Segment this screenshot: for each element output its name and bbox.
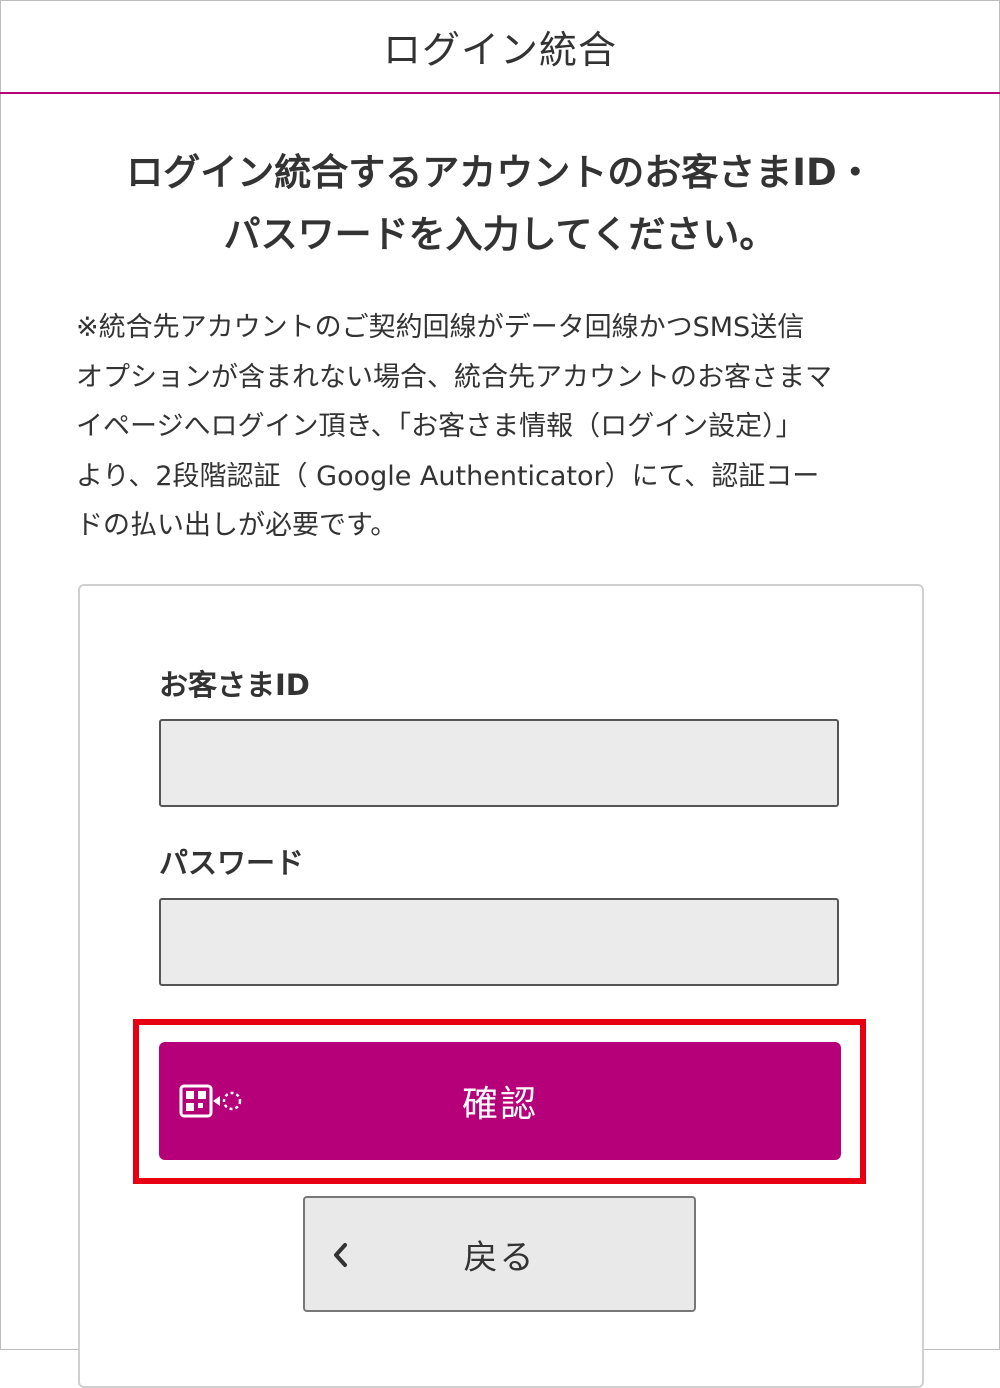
back-button[interactable]: 戻る	[303, 1196, 696, 1312]
confirm-button[interactable]: 確認	[159, 1042, 841, 1160]
confirm-button-label: 確認	[461, 1084, 538, 1125]
notice-line: ドの払い出しが必要です。	[76, 510, 398, 541]
password-label: パスワード	[159, 846, 305, 880]
handwriting-qr-icon	[179, 1084, 245, 1118]
notice-line: ※統合先アカウントのご契約回線がデータ回線かつSMS送信	[76, 312, 805, 343]
chevron-left-icon	[331, 1242, 349, 1268]
notice-line: オプションが含まれない場合、統合先アカウントのお客さまマ	[76, 361, 832, 393]
heading-line: パスワードを入力してください。	[223, 213, 777, 256]
password-input[interactable]	[159, 898, 839, 986]
notice-text: ※統合先アカウントのご契約回線がデータ回線かつSMS送信 オプションが含まれない…	[76, 303, 926, 551]
notice-line: イページへログイン頂き、「お客さま情報（ログイン設定）」	[76, 411, 803, 442]
notice-line: より、2段階認証（ Google Authenticator）にて、認証コー	[76, 460, 820, 492]
back-button-label: 戻る	[463, 1237, 536, 1278]
page-header: ログイン統合	[0, 0, 1000, 94]
customer-id-input[interactable]	[159, 719, 839, 807]
page-title: ログイン統合	[382, 27, 617, 72]
customer-id-label: お客さまID	[159, 668, 310, 702]
instruction-heading: ログイン統合するアカウントのお客さまID・ パスワードを入力してください。	[40, 142, 960, 266]
heading-line: ログイン統合するアカウントのお客さまID・	[126, 151, 874, 194]
